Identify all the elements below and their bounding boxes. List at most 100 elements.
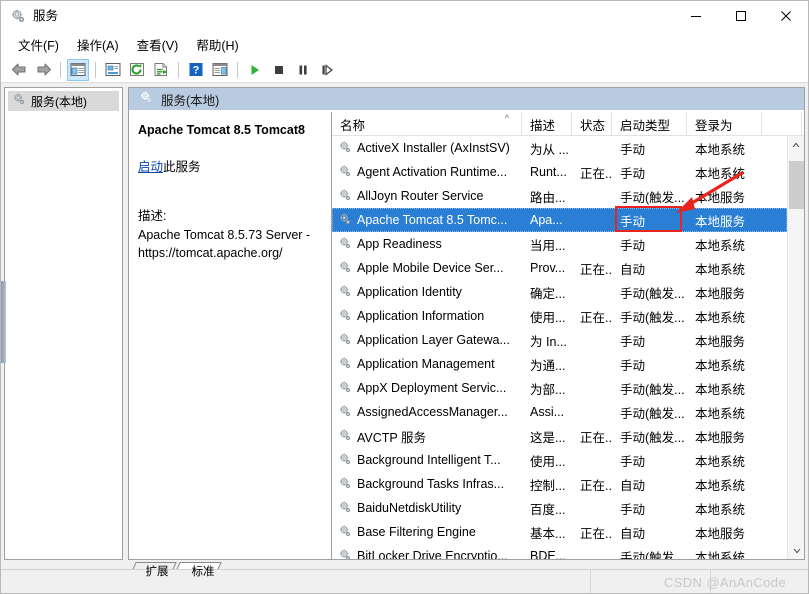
table-row[interactable]: BitLocker Drive Encryptio...BDE...手动(触发.… <box>332 544 787 559</box>
cell-service-name: Agent Activation Runtime... <box>332 160 522 184</box>
cell-logon-as: 本地系统 <box>687 352 762 376</box>
show-action-pane-icon[interactable] <box>209 59 231 81</box>
cell-logon-as: 本地系统 <box>687 496 762 520</box>
cell-description: 控制... <box>522 472 572 496</box>
cell-startup-type: 手动 <box>612 352 687 376</box>
table-row[interactable]: Apache Tomcat 8.5 Tomc...Apa...手动本地服务 <box>332 208 787 232</box>
column-header-description[interactable]: 描述 <box>522 112 572 136</box>
cell-service-name-label: AVCTP 服务 <box>357 427 426 446</box>
table-row[interactable]: Application Identity确定...手动(触发...本地服务 <box>332 280 787 304</box>
cell-description: 这是... <box>522 424 572 448</box>
cell-startup-type: 手动 <box>612 232 687 256</box>
start-service-link[interactable]: 启动 <box>138 160 163 174</box>
cell-service-name: Application Management <box>332 352 522 376</box>
start-service-icon[interactable] <box>244 59 266 81</box>
scroll-up-button[interactable] <box>788 136 804 153</box>
table-row[interactable]: AllJoyn Router Service路由...手动(触发...本地服务 <box>332 184 787 208</box>
column-header-logon-as[interactable]: 登录为 <box>687 112 762 136</box>
services-gear-icon <box>338 404 352 421</box>
table-row[interactable]: ActiveX Installer (AxInstSV)为从 ...手动本地系统 <box>332 136 787 160</box>
pause-service-icon[interactable] <box>292 59 314 81</box>
scroll-down-button[interactable] <box>788 542 804 559</box>
table-row[interactable]: Application Layer Gatewa...为 In...手动本地服务 <box>332 328 787 352</box>
cell-service-name-label: Application Identity <box>357 285 462 299</box>
cell-status <box>572 280 612 304</box>
toolbar-separator <box>237 62 238 78</box>
services-rows: ActiveX Installer (AxInstSV)为从 ...手动本地系统… <box>332 136 787 559</box>
services-gear-icon <box>338 476 352 493</box>
menu-help[interactable]: 帮助(H) <box>187 32 247 57</box>
table-row[interactable]: Application Management为通...手动本地系统 <box>332 352 787 376</box>
table-row[interactable]: AssignedAccessManager...Assi...手动(触发...本… <box>332 400 787 424</box>
cell-description: Runt... <box>522 160 572 184</box>
cell-description: 使用... <box>522 448 572 472</box>
main-body: 服务(本地) <box>1 84 808 593</box>
tree-item-services-local[interactable]: 服务(本地) <box>8 91 119 111</box>
scroll-thumb[interactable] <box>789 161 804 209</box>
services-gear-icon <box>338 356 352 373</box>
show-hide-tree-icon[interactable] <box>67 59 89 81</box>
services-gear-icon <box>338 308 352 325</box>
cell-logon-as: 本地服务 <box>687 280 762 304</box>
cell-startup-type: 手动 <box>612 160 687 184</box>
close-button[interactable] <box>763 1 808 31</box>
restart-service-icon[interactable] <box>316 59 338 81</box>
svg-text:?: ? <box>193 65 200 77</box>
properties-icon[interactable] <box>102 59 124 81</box>
refresh-icon[interactable] <box>126 59 148 81</box>
table-row[interactable]: App Readiness当用...手动本地系统 <box>332 232 787 256</box>
table-row[interactable]: Agent Activation Runtime... Runt...正在...手… <box>332 160 787 184</box>
cell-status <box>572 400 612 424</box>
cell-startup-type: 手动(触发... <box>612 400 687 424</box>
column-header-status[interactable]: 状态 <box>572 112 612 136</box>
list-vertical-scrollbar[interactable] <box>787 136 804 559</box>
table-row[interactable]: AppX Deployment Servic...为部...手动(触发...本地… <box>332 376 787 400</box>
column-header-name[interactable]: 名称 ^ <box>332 112 522 136</box>
cell-status <box>572 208 612 232</box>
toolbar-separator <box>60 62 61 78</box>
services-gear-icon <box>338 428 352 445</box>
services-gear-icon <box>338 548 352 560</box>
cell-status <box>572 352 612 376</box>
cell-service-name: AppX Deployment Servic... <box>332 376 522 400</box>
cell-startup-type: 手动 <box>612 448 687 472</box>
cell-status: 正在... <box>572 160 612 184</box>
help-icon[interactable]: ? <box>185 59 207 81</box>
table-row[interactable]: Background Tasks Infras...控制...正在...自动本地… <box>332 472 787 496</box>
cell-logon-as: 本地系统 <box>687 544 762 559</box>
cell-logon-as: 本地系统 <box>687 448 762 472</box>
export-list-icon[interactable] <box>150 59 172 81</box>
menu-file[interactable]: 文件(F) <box>9 32 68 57</box>
forward-icon[interactable] <box>32 59 54 81</box>
menu-view[interactable]: 查看(V) <box>128 32 188 57</box>
cell-service-name-label: Base Filtering Engine <box>357 525 476 539</box>
services-gear-icon <box>338 236 352 253</box>
column-header-filler <box>762 112 802 136</box>
services-window: 服务 文件(F) 操作(A) 查看(V) 帮助(H) <box>0 0 809 594</box>
column-header-startup-type[interactable]: 启动类型 <box>612 112 687 136</box>
table-row[interactable]: Apple Mobile Device Ser...Prov...正在...自动… <box>332 256 787 280</box>
stop-service-icon[interactable] <box>268 59 290 81</box>
services-gear-icon <box>338 284 352 301</box>
service-details-panel: Apache Tomcat 8.5 Tomcat8 启动此服务 描述: Apac… <box>129 112 332 559</box>
cell-status: 正在... <box>572 304 612 328</box>
cell-service-name-label: Agent Activation Runtime... <box>357 165 507 179</box>
table-row[interactable]: AVCTP 服务这是...正在...手动(触发...本地服务 <box>332 424 787 448</box>
table-row[interactable]: BaiduNetdiskUtility百度...手动本地系统 <box>332 496 787 520</box>
cell-status <box>572 232 612 256</box>
cell-description: Prov... <box>522 256 572 280</box>
tree-item-label: 服务(本地) <box>31 93 87 110</box>
console-tree-pane: 服务(本地) <box>4 87 123 560</box>
menu-action[interactable]: 操作(A) <box>68 32 128 57</box>
cell-description: 使用... <box>522 304 572 328</box>
minimize-button[interactable] <box>673 1 718 31</box>
table-row[interactable]: Base Filtering Engine基本...正在...自动本地服务 <box>332 520 787 544</box>
back-icon[interactable] <box>8 59 30 81</box>
table-row[interactable]: Application Information使用...正在...手动(触发..… <box>332 304 787 328</box>
cell-logon-as: 本地系统 <box>687 160 762 184</box>
maximize-button[interactable] <box>718 1 763 31</box>
services-gear-icon <box>338 188 352 205</box>
cell-status: 正在... <box>572 520 612 544</box>
cell-service-name-label: Background Intelligent T... <box>357 453 501 467</box>
table-row[interactable]: Background Intelligent T... 使用... 手动本地系统 <box>332 448 787 472</box>
